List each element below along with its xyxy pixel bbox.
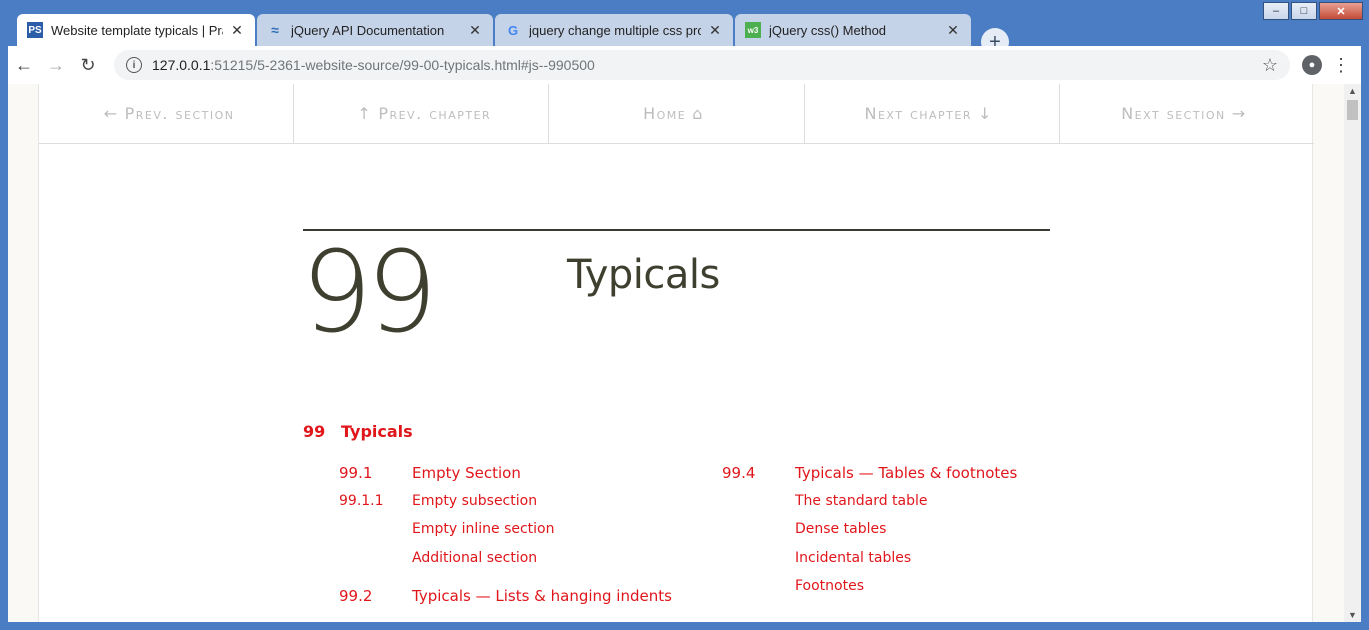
toc-chapter-number: 99 [303, 422, 326, 441]
prev-chapter-link[interactable]: ↑ Prev. chapter [294, 84, 550, 143]
section-navbar: ← Prev. section ↑ Prev. chapter Home ⌂ Next… [39, 84, 1314, 144]
toc-entry-title: Empty subsection [412, 493, 538, 509]
next-chapter-label: Next chapter [864, 104, 972, 123]
google-favicon-icon: G [507, 22, 519, 38]
tab-strip: PS Website template typicals | Practi ✕ … [0, 12, 1369, 56]
next-section-link[interactable]: Next section → [1060, 84, 1314, 143]
prev-chapter-label: Prev. chapter [378, 104, 492, 123]
bookmark-star-icon[interactable]: ☆ [1262, 55, 1278, 76]
home-icon: ⌂ [692, 104, 704, 123]
toc-entry-title: Incidental tables [795, 550, 912, 566]
reload-button[interactable]: ↻ [72, 49, 104, 81]
chapter-number: 99 [301, 228, 437, 358]
toc-entry-number: 99.4 [722, 464, 756, 482]
scrollbar-thumb[interactable] [1347, 100, 1358, 120]
prev-section-link[interactable]: ← Prev. section [39, 84, 295, 143]
toc-entry-title: Empty Section [412, 464, 521, 482]
scroll-up-icon[interactable]: ▲ [1348, 86, 1357, 96]
arrow-left-icon: ← [103, 104, 119, 123]
scroll-down-icon[interactable]: ▼ [1348, 610, 1357, 620]
toc-entry-title: The standard table [795, 493, 928, 509]
toolbar-right: ● ⋮ [1302, 55, 1350, 76]
next-section-label: Next section [1121, 104, 1226, 123]
menu-dots-icon[interactable]: ⋮ [1332, 55, 1350, 76]
jquery-favicon-icon: ≈ [271, 22, 279, 38]
forward-button[interactable]: → [40, 49, 72, 81]
home-link[interactable]: Home ⌂ [549, 84, 805, 143]
tab-website-template[interactable]: PS Website template typicals | Practi ✕ [17, 14, 255, 46]
home-label: Home [643, 104, 687, 123]
w3schools-favicon-icon: w3 [745, 22, 761, 38]
arrow-right-icon: → [47, 54, 65, 75]
profile-avatar-icon[interactable]: ● [1302, 55, 1322, 75]
toc-entry-number: 99.1.1 [339, 493, 384, 509]
back-button[interactable]: ← [8, 49, 40, 81]
tab-label: jQuery API Documentation [291, 22, 445, 38]
url-path: :51215/5-2361-website-source/99-00-typic… [210, 57, 595, 73]
toc-entry-title: Typicals — Lists & hanging indents [412, 587, 672, 605]
address-bar[interactable]: i 127.0.0.1:51215/5-2361-website-source/… [114, 50, 1290, 80]
prev-section-label: Prev. section [124, 104, 235, 123]
close-tab-icon[interactable]: ✕ [467, 22, 483, 39]
browser-toolbar: ← → ↻ i 127.0.0.1:51215/5-2361-website-s… [8, 46, 1361, 84]
page-content: ← Prev. section ↑ Prev. chapter Home ⌂ Next… [38, 84, 1314, 622]
site-info-icon[interactable]: i [126, 57, 142, 73]
close-tab-icon[interactable]: ✕ [945, 22, 961, 39]
tab-jquery-api[interactable]: ≈ jQuery API Documentation ✕ [257, 14, 493, 46]
toc-entry-number: 99.1 [339, 464, 373, 482]
arrow-up-icon: ↑ [357, 104, 373, 123]
tab-w3schools[interactable]: w3 jQuery css() Method ✕ [735, 14, 971, 46]
toc-entry-title: Empty inline section [412, 521, 555, 537]
arrow-right-icon: → [1231, 104, 1247, 123]
tab-google-search[interactable]: G jquery change multiple css prope ✕ [495, 14, 733, 46]
close-tab-icon[interactable]: ✕ [707, 22, 723, 39]
page-viewport: ← Prev. section ↑ Prev. chapter Home ⌂ Next… [8, 84, 1361, 622]
tab-label: Website template typicals | Practi [51, 22, 223, 38]
chapter-title: Typicals [567, 252, 720, 298]
toc-entry-title: Footnotes [795, 578, 865, 594]
browser-window: – □ ✕ PS Website template typicals | Pra… [0, 0, 1369, 630]
toc-entry-title: Dense tables [795, 521, 887, 537]
arrow-left-icon: ← [15, 54, 33, 75]
url-host: 127.0.0.1 [152, 57, 211, 73]
reload-icon: ↻ [80, 54, 96, 75]
ps-favicon-icon: PS [27, 22, 43, 38]
toc-entry-title: Additional section [412, 550, 538, 566]
toc-entry-title: Typicals — Tables & footnotes [795, 464, 1018, 482]
toc-chapter-link[interactable]: 99 Typicals [303, 422, 413, 441]
close-tab-icon[interactable]: ✕ [229, 22, 245, 39]
tab-label: jquery change multiple css prope [529, 22, 701, 38]
tab-label: jQuery css() Method [769, 22, 887, 38]
toc-chapter-title: Typicals [341, 422, 413, 441]
arrow-down-icon: ↓ [978, 104, 993, 123]
next-chapter-link[interactable]: Next chapter ↓ [805, 84, 1060, 143]
toc-entry-number: 99.2 [339, 587, 373, 605]
vertical-scrollbar[interactable]: ▲ ▼ [1344, 84, 1361, 622]
